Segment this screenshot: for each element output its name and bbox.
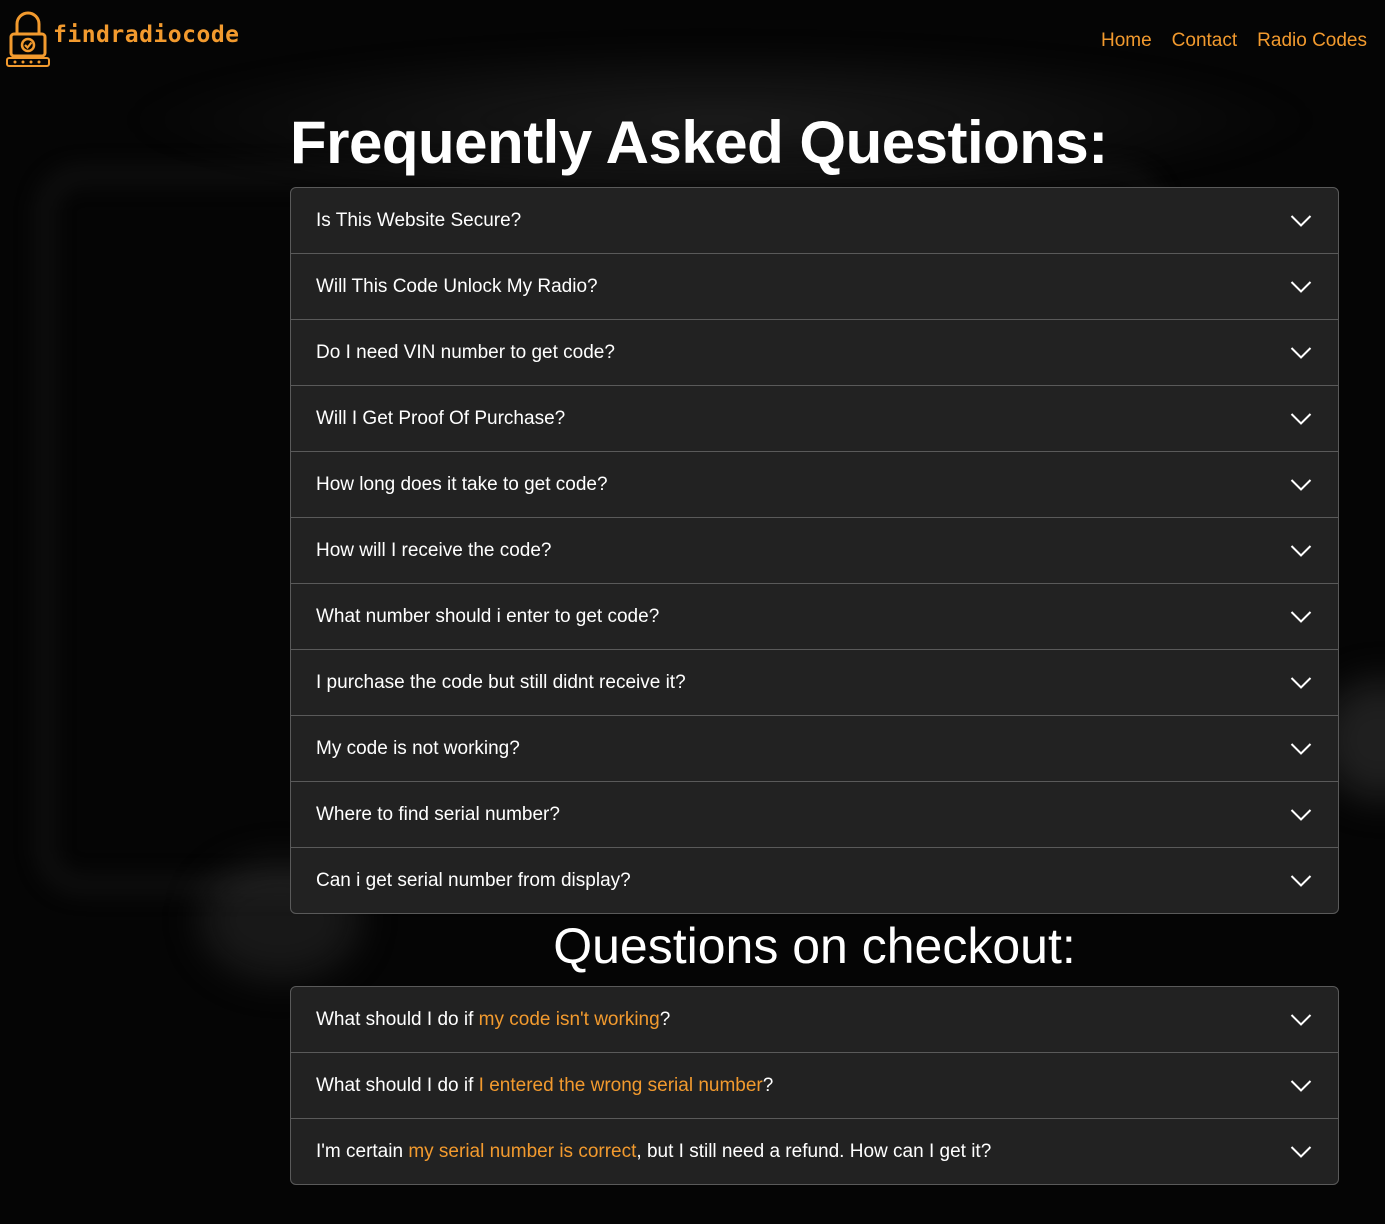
- question-highlight: my code isn't working: [478, 1008, 660, 1030]
- accordion-item[interactable]: How long does it take to get code?: [291, 451, 1338, 517]
- accordion-question: I purchase the code but still didnt rece…: [316, 671, 686, 693]
- accordion-question: What should I do if my code isn't workin…: [316, 1009, 670, 1031]
- chevron-down-icon: [1290, 1145, 1312, 1158]
- nav-home-link[interactable]: Home: [1101, 30, 1152, 52]
- chevron-down-icon: [1290, 214, 1312, 227]
- site-logo[interactable]: findradiocode: [5, 10, 240, 68]
- accordion-item[interactable]: Do I need VIN number to get code?: [291, 319, 1338, 385]
- checkout-accordion: What should I do if my code isn't workin…: [290, 986, 1339, 1185]
- chevron-down-icon: [1290, 1079, 1312, 1092]
- accordion-item[interactable]: How will I receive the code?: [291, 517, 1338, 583]
- chevron-down-icon: [1290, 478, 1312, 491]
- accordion-question: Is This Website Secure?: [316, 209, 522, 231]
- accordion-question: Do I need VIN number to get code?: [316, 341, 615, 363]
- question-highlight: my serial number is correct: [408, 1140, 637, 1162]
- accordion-item[interactable]: What number should i enter to get code?: [291, 583, 1338, 649]
- accordion-question: My code is not working?: [316, 737, 520, 759]
- accordion-question: How will I receive the code?: [316, 539, 552, 561]
- question-text: I'm certain: [316, 1140, 409, 1162]
- chevron-down-icon: [1290, 808, 1312, 821]
- chevron-down-icon: [1290, 610, 1312, 623]
- accordion-item[interactable]: Will I Get Proof Of Purchase?: [291, 385, 1338, 451]
- accordion-item[interactable]: My code is not working?: [291, 715, 1338, 781]
- accordion-item[interactable]: What should I do if I entered the wrong …: [291, 1052, 1338, 1118]
- faq-content: Frequently Asked Questions: Is This Webs…: [290, 105, 1339, 1185]
- accordion-item[interactable]: Is This Website Secure?: [291, 188, 1338, 253]
- question-text: What should I do if: [316, 1008, 479, 1030]
- accordion-item[interactable]: Will This Code Unlock My Radio?: [291, 253, 1338, 319]
- accordion-item[interactable]: Where to find serial number?: [291, 781, 1338, 847]
- chevron-down-icon: [1290, 280, 1312, 293]
- accordion-question: I'm certain my serial number is correct,…: [316, 1141, 991, 1163]
- chevron-down-icon: [1290, 412, 1312, 425]
- padlock-check-icon: [6, 11, 50, 67]
- accordion-question: What number should i enter to get code?: [316, 605, 660, 627]
- accordion-question: Can i get serial number from display?: [316, 869, 631, 891]
- faq-title: Frequently Asked Questions:: [290, 109, 1108, 176]
- checkout-title: Questions on checkout:: [553, 918, 1076, 974]
- accordion-question: How long does it take to get code?: [316, 473, 608, 495]
- accordion-question: Where to find serial number?: [316, 803, 560, 825]
- accordion-item[interactable]: I'm certain my serial number is correct,…: [291, 1118, 1338, 1184]
- nav-radio-codes-link[interactable]: Radio Codes: [1257, 30, 1367, 52]
- site-header: findradiocode Home Contact Radio Codes: [0, 0, 1385, 90]
- accordion-question: What should I do if I entered the wrong …: [316, 1075, 773, 1097]
- accordion-item[interactable]: Can i get serial number from display?: [291, 847, 1338, 913]
- accordion-question: Will I Get Proof Of Purchase?: [316, 407, 566, 429]
- question-highlight: I entered the wrong serial number: [478, 1074, 763, 1096]
- faq-accordion: Is This Website Secure? Will This Code Un…: [290, 187, 1339, 914]
- question-text: What should I do if: [316, 1074, 479, 1096]
- nav-contact-link[interactable]: Contact: [1172, 30, 1237, 52]
- accordion-question: Will This Code Unlock My Radio?: [316, 275, 598, 297]
- main-nav: Home Contact Radio Codes: [1101, 30, 1367, 52]
- question-text: ?: [762, 1074, 774, 1096]
- question-text: ?: [659, 1008, 671, 1030]
- question-text: , but I still need a refund. How can I g…: [636, 1140, 992, 1162]
- accordion-item[interactable]: What should I do if my code isn't workin…: [291, 987, 1338, 1052]
- brand-name: findradiocode: [53, 22, 240, 48]
- chevron-down-icon: [1290, 544, 1312, 557]
- accordion-item[interactable]: I purchase the code but still didnt rece…: [291, 649, 1338, 715]
- chevron-down-icon: [1290, 874, 1312, 887]
- chevron-down-icon: [1290, 676, 1312, 689]
- chevron-down-icon: [1290, 1013, 1312, 1026]
- chevron-down-icon: [1290, 742, 1312, 755]
- chevron-down-icon: [1290, 346, 1312, 359]
